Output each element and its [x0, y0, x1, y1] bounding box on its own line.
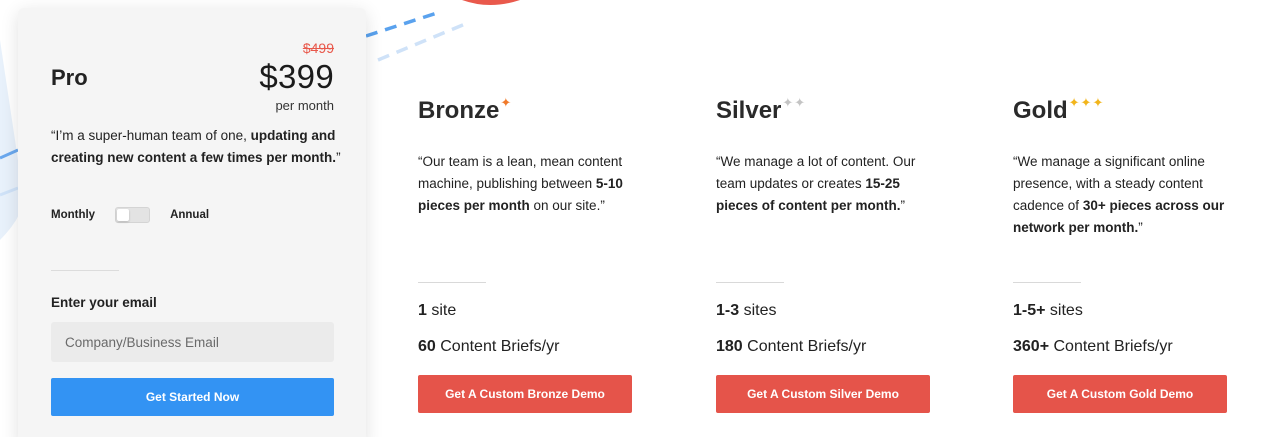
- tier-gold: Gold ✦✦✦ “We manage a significant online …: [1013, 0, 1268, 437]
- plan-title: Pro: [51, 65, 88, 90]
- briefs-label: Content Briefs/yr: [742, 338, 867, 355]
- divider: [418, 282, 486, 283]
- email-label: Enter your email: [51, 295, 157, 310]
- billing-toggle-row: Monthly Annual: [51, 207, 209, 223]
- divider: [51, 270, 119, 271]
- description-text-end: ”: [336, 150, 341, 165]
- original-price: $499: [302, 40, 334, 56]
- plan-description: “I’m a super-human team of one, updating…: [51, 125, 341, 169]
- get-started-button[interactable]: Get Started Now: [51, 378, 334, 416]
- toggle-knob: [117, 209, 130, 221]
- description-text-end: ”: [1138, 220, 1143, 235]
- sites-count: 1: [418, 302, 427, 319]
- tier-silver: Silver ✦✦ “We manage a lot of content. Ou…: [716, 0, 976, 437]
- briefs-count: 360+: [1013, 338, 1050, 355]
- email-input[interactable]: [51, 322, 334, 362]
- tier-name: Gold: [1013, 97, 1068, 124]
- tier-name: Silver: [716, 97, 782, 124]
- description-text-end: on our site.”: [529, 198, 605, 213]
- sites-label: sites: [739, 302, 777, 319]
- silver-demo-button[interactable]: Get A Custom Silver Demo: [716, 375, 930, 413]
- feature-sites: 1 site: [418, 302, 456, 320]
- feature-briefs: 180 Content Briefs/yr: [716, 338, 866, 356]
- tier-bronze: Bronze ✦ “Our team is a lean, mean conten…: [418, 0, 678, 437]
- billing-monthly-label: Monthly: [51, 209, 96, 221]
- feature-briefs: 60 Content Briefs/yr: [418, 338, 559, 356]
- tier-name: Bronze: [418, 97, 500, 124]
- current-price: $399: [259, 58, 334, 95]
- description-text-end: ”: [900, 198, 906, 213]
- pro-plan-card: Pro $499 $399 per month “I’m a super-hum…: [18, 8, 366, 437]
- feature-briefs: 360+ Content Briefs/yr: [1013, 338, 1173, 356]
- gray-sparkle-icon: ✦✦: [782, 95, 807, 110]
- tier-title: Bronze ✦: [418, 95, 513, 125]
- tier-description: “Our team is a lean, mean content machin…: [418, 151, 643, 217]
- orange-sparkle-icon: ✦: [500, 95, 513, 110]
- description-text: “Our team is a lean, mean content machin…: [418, 154, 623, 191]
- briefs-count: 60: [418, 338, 436, 355]
- divider: [1013, 282, 1081, 283]
- bronze-demo-button[interactable]: Get A Custom Bronze Demo: [418, 375, 632, 413]
- gold-sparkle-icon: ✦✦✦: [1068, 95, 1105, 110]
- sites-count: 1-3: [716, 302, 740, 319]
- tier-description: “We manage a significant online presence…: [1013, 151, 1235, 239]
- feature-sites: 1-3 sites: [716, 302, 776, 320]
- description-text: “I’m a super-human team of one,: [51, 128, 251, 143]
- tier-title: Silver ✦✦: [716, 95, 807, 125]
- tier-title: Gold ✦✦✦: [1013, 95, 1105, 125]
- tier-description: “We manage a lot of content. Our team up…: [716, 151, 916, 217]
- briefs-label: Content Briefs/yr: [435, 338, 560, 355]
- billing-period: per month: [275, 98, 334, 113]
- sites-label: sites: [1045, 302, 1083, 319]
- briefs-count: 180: [716, 338, 743, 355]
- divider: [716, 282, 784, 283]
- billing-annual-label: Annual: [170, 209, 210, 221]
- feature-sites: 1-5+ sites: [1013, 302, 1083, 320]
- billing-toggle[interactable]: [115, 207, 151, 223]
- sites-count: 1-5+: [1013, 302, 1046, 319]
- briefs-label: Content Briefs/yr: [1049, 338, 1173, 355]
- sites-label: site: [426, 302, 457, 319]
- gold-demo-button[interactable]: Get A Custom Gold Demo: [1013, 375, 1227, 413]
